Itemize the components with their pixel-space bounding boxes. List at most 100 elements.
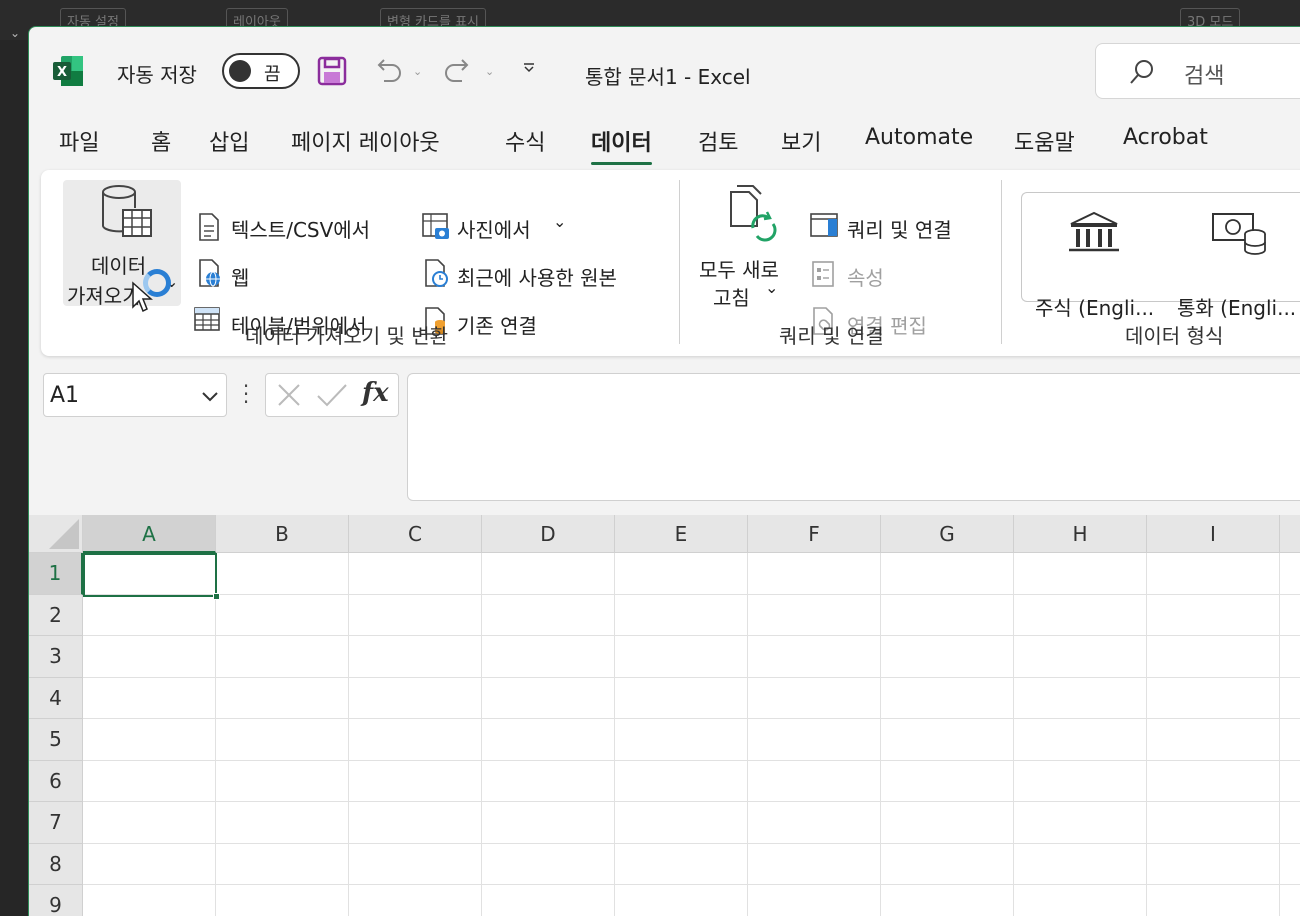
fill-handle[interactable] [213, 593, 220, 600]
cell[interactable] [1014, 802, 1147, 844]
refresh-all-label-2[interactable]: 고침 [713, 282, 750, 311]
cell[interactable] [615, 760, 748, 802]
cell[interactable] [748, 802, 881, 844]
column-header-h[interactable]: H [1014, 515, 1147, 553]
insert-function-icon[interactable]: fx [362, 378, 389, 408]
cell[interactable] [83, 760, 216, 802]
cell[interactable] [349, 553, 482, 595]
cell[interactable] [216, 594, 349, 636]
cell[interactable] [881, 636, 1014, 678]
recent-sources-button[interactable]: 최근에 사용한 원본 [457, 262, 617, 291]
column-header[interactable] [1280, 515, 1300, 553]
cell[interactable] [1280, 636, 1300, 678]
cell[interactable] [83, 719, 216, 761]
cell[interactable] [83, 885, 216, 916]
cell[interactable] [216, 885, 349, 916]
cell[interactable] [216, 802, 349, 844]
row-header-6[interactable]: 6 [29, 760, 83, 802]
cell[interactable] [1014, 677, 1147, 719]
redo-icon[interactable] [442, 55, 474, 87]
row-header-7[interactable]: 7 [29, 802, 83, 844]
cell[interactable] [482, 594, 615, 636]
cell[interactable] [1280, 719, 1300, 761]
column-header-e[interactable]: E [615, 515, 748, 553]
cancel-icon[interactable] [276, 382, 302, 408]
column-header-c[interactable]: C [349, 515, 482, 553]
cell[interactable] [216, 677, 349, 719]
cell[interactable] [1014, 553, 1147, 595]
cell[interactable] [1147, 843, 1280, 885]
cell[interactable] [482, 677, 615, 719]
autosave-toggle[interactable]: 끔 [222, 53, 300, 89]
cell[interactable] [1014, 885, 1147, 916]
cell[interactable] [1147, 760, 1280, 802]
cell[interactable] [615, 594, 748, 636]
cell[interactable] [1147, 594, 1280, 636]
tab-page-layout[interactable]: 페이지 레이아웃 [291, 125, 440, 157]
cell[interactable] [1014, 719, 1147, 761]
cell[interactable] [1280, 761, 1300, 802]
cell[interactable] [615, 843, 748, 885]
tab-home[interactable]: 홈 [151, 125, 171, 157]
column-header-f[interactable]: F [748, 515, 881, 553]
cell[interactable] [83, 802, 216, 844]
cell[interactable] [482, 802, 615, 844]
chevron-down-icon[interactable]: ⌄ [553, 212, 566, 231]
cell[interactable] [216, 553, 349, 595]
undo-icon[interactable] [372, 55, 404, 87]
column-header-d[interactable]: D [482, 515, 615, 553]
chevron-down-icon[interactable] [200, 386, 220, 406]
cell[interactable] [748, 719, 881, 761]
currencies-data-type-button[interactable]: 통화 (Engli... [1177, 292, 1296, 321]
row-header-8[interactable]: 8 [29, 843, 83, 885]
tab-data[interactable]: 데이터 [591, 125, 652, 165]
from-text-csv-button[interactable]: 텍스트/CSV에서 [231, 214, 370, 243]
chevron-down-icon[interactable]: ⌄ [765, 278, 778, 297]
from-web-button[interactable]: 웹 [231, 262, 249, 291]
cell[interactable] [1014, 594, 1147, 636]
save-icon[interactable] [317, 56, 347, 86]
cell[interactable] [881, 719, 1014, 761]
customize-quick-access-icon[interactable] [522, 61, 536, 75]
cell[interactable] [1280, 844, 1300, 885]
row-header-1[interactable]: 1 [29, 553, 83, 595]
cell[interactable] [1280, 802, 1300, 844]
cell[interactable] [881, 677, 1014, 719]
cell[interactable] [349, 677, 482, 719]
tab-automate[interactable]: Automate [865, 125, 973, 150]
formula-input[interactable] [407, 373, 1300, 501]
column-header-g[interactable]: G [881, 515, 1014, 553]
column-header-i[interactable]: I [1147, 515, 1280, 553]
cell[interactable] [1147, 677, 1280, 719]
select-all-button[interactable] [29, 515, 83, 553]
cell[interactable] [482, 636, 615, 678]
cell[interactable] [216, 760, 349, 802]
cell[interactable] [1147, 553, 1280, 595]
cell[interactable] [748, 885, 881, 916]
cell[interactable] [748, 760, 881, 802]
cell[interactable] [1147, 719, 1280, 761]
cell[interactable] [881, 594, 1014, 636]
cell[interactable] [349, 885, 482, 916]
chevron-down-icon[interactable]: ⌄ [413, 65, 422, 78]
cell[interactable] [615, 636, 748, 678]
cell[interactable] [482, 760, 615, 802]
cell[interactable] [349, 760, 482, 802]
cell[interactable] [1147, 636, 1280, 678]
cell[interactable] [482, 553, 615, 595]
cell[interactable] [881, 843, 1014, 885]
cell[interactable] [1280, 885, 1300, 916]
from-picture-button[interactable]: 사진에서 [457, 214, 531, 243]
more-options-icon[interactable]: · · · [241, 376, 251, 412]
cell[interactable] [216, 719, 349, 761]
cell[interactable] [482, 885, 615, 916]
name-box[interactable]: A1 [43, 373, 227, 417]
cell[interactable] [482, 719, 615, 761]
cell[interactable] [881, 885, 1014, 916]
enter-check-icon[interactable] [316, 382, 348, 408]
cell[interactable] [83, 636, 216, 678]
cell[interactable] [1147, 885, 1280, 916]
row-header-9[interactable]: 9 [29, 885, 83, 916]
cell[interactable] [482, 843, 615, 885]
column-header-b[interactable]: B [216, 515, 349, 553]
